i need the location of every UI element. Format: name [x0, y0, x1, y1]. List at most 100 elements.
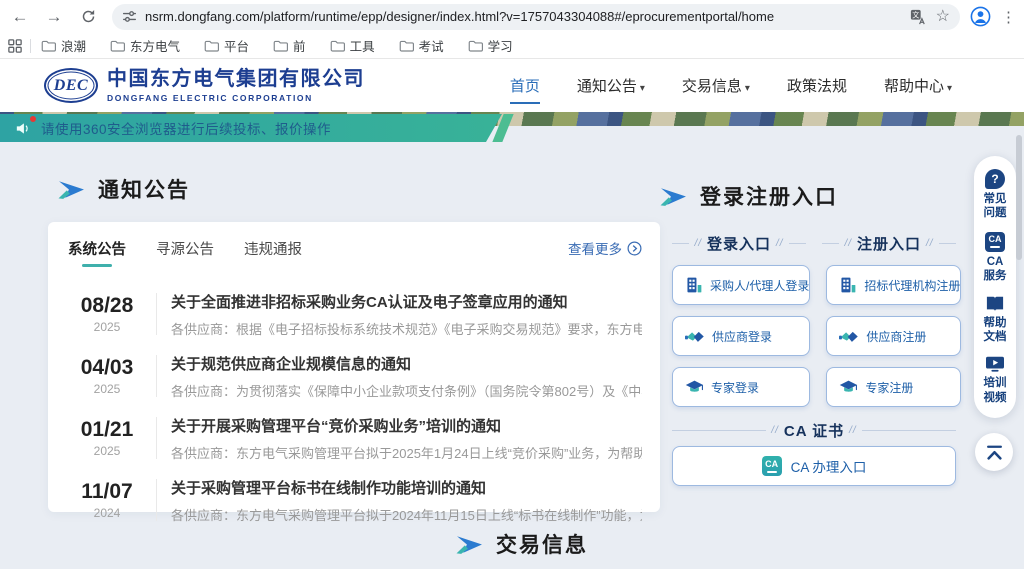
address-bar[interactable]: nsrm.dongfang.com/platform/runtime/epp/d…	[112, 4, 960, 30]
see-more-link[interactable]: 查看更多	[568, 238, 642, 258]
expert-login-button[interactable]: 专家登录	[672, 367, 810, 407]
sidebar-item-ca-service[interactable]: CA CA服务	[984, 232, 1007, 284]
ca-entry-button[interactable]: CA CA 办理入口	[672, 446, 956, 486]
forward-icon[interactable]: →	[40, 3, 68, 31]
notice-year: 2025	[68, 320, 146, 334]
building-icon	[839, 276, 857, 294]
trade-section-title: 交易信息	[496, 529, 588, 559]
graduation-cap-icon	[839, 379, 858, 395]
notice-card: 系统公告 寻源公告 违规通报 查看更多 08/28 2025 关于全面推进非招标…	[48, 222, 660, 512]
ca-cert-subheader: // CA 证书 //	[672, 420, 956, 441]
notice-row[interactable]: 11/07 2024 关于采购管理平台标书在线制作功能培训的通知 各供应商：东方…	[68, 469, 642, 531]
reload-icon[interactable]	[74, 3, 102, 31]
notice-title[interactable]: 关于全面推进非招标采购业务CA认证及电子签章应用的通知	[171, 291, 642, 312]
ca-badge-text: CA	[989, 235, 1002, 244]
sidebar-item-training-videos[interactable]: 培训视频	[984, 355, 1007, 405]
notice-date-block: 11/07 2024	[68, 480, 146, 519]
nav-notices[interactable]: 通知公告	[577, 75, 645, 96]
tab-sourcing-notices[interactable]: 寻源公告	[156, 238, 214, 259]
trade-section-heading: 交易信息	[456, 529, 588, 559]
ribbon-text: 请使用360安全浏览器进行后续投标、报价操作	[41, 118, 331, 138]
sidebar-label: 常见	[984, 193, 1007, 205]
bookmark-folder[interactable]: 考试	[399, 36, 444, 55]
company-name-cn: 中国东方电气集团有限公司	[107, 68, 365, 91]
bookmark-folder[interactable]: 浪潮	[41, 36, 86, 55]
notice-desc: 各供应商：为贯彻落实《保障中小企业款项支付条例》（国务院令第802号）及《中小企…	[171, 381, 642, 400]
nav-help-center[interactable]: 帮助中心	[884, 75, 952, 96]
sidebar-item-help-docs[interactable]: 帮助文档	[984, 295, 1007, 345]
notice-title[interactable]: 关于采购管理平台标书在线制作功能培训的通知	[171, 477, 642, 498]
url-text[interactable]: nsrm.dongfang.com/platform/runtime/epp/d…	[145, 9, 902, 24]
button-label: 供应商注册	[866, 328, 926, 345]
nav-policies[interactable]: 政策法规	[787, 75, 847, 96]
company-name-en: DONGFANG ELECTRIC CORPORATION	[107, 93, 365, 103]
tune-icon[interactable]	[122, 9, 137, 24]
bookmark-folder[interactable]: 东方电气	[110, 36, 180, 55]
bookmark-label: 工具	[350, 36, 375, 55]
purchaser-login-button[interactable]: 采购人/代理人登录	[672, 265, 810, 305]
bookmark-folder[interactable]: 工具	[330, 36, 375, 55]
notice-title[interactable]: 关于规范供应商企业规模信息的通知	[171, 353, 642, 374]
sidebar-label: 问题	[984, 207, 1007, 219]
notice-date-block: 08/28 2025	[68, 294, 146, 333]
section-arrow-icon	[660, 186, 687, 207]
question-bubble-icon: ?	[985, 169, 1005, 189]
translate-icon[interactable]: 文	[910, 9, 926, 25]
supplier-login-button[interactable]: 供应商登录	[672, 316, 810, 356]
ca-cert-label: CA 证书	[784, 420, 844, 441]
login-section-title: 登录注册入口	[700, 181, 838, 211]
nav-home[interactable]: 首页	[510, 75, 540, 96]
speaker-icon	[16, 122, 31, 135]
notice-divider	[156, 417, 157, 459]
back-to-top-icon	[986, 445, 1003, 460]
notice-divider	[156, 479, 157, 521]
notice-divider	[156, 293, 157, 335]
folder-icon	[399, 40, 414, 52]
bookmark-star-icon[interactable]: ☆	[936, 9, 950, 25]
bookmark-folder[interactable]: 平台	[204, 36, 249, 55]
login-section-heading: 登录注册入口	[660, 181, 838, 211]
notice-title[interactable]: 关于开展采购管理平台“竞价采购业务”培训的通知	[171, 415, 642, 436]
bookmark-label: 东方电气	[130, 36, 180, 55]
sidebar-label: 培训	[984, 377, 1007, 389]
notice-row[interactable]: 04/03 2025 关于规范供应商企业规模信息的通知 各供应商：为贯彻落实《保…	[68, 345, 642, 407]
notice-divider	[156, 355, 157, 397]
button-label: 招标代理机构注册	[864, 277, 960, 294]
back-to-top-button[interactable]	[975, 433, 1013, 471]
notice-date: 08/28	[68, 294, 146, 317]
agency-register-button[interactable]: 招标代理机构注册	[826, 265, 961, 305]
question-mark: ?	[991, 172, 998, 186]
tab-violation-reports[interactable]: 违规通报	[244, 238, 302, 259]
ca-badge-icon: CA	[985, 232, 1005, 252]
scrollbar-thumb[interactable]	[1016, 135, 1022, 260]
building-icon	[685, 276, 703, 294]
dec-logo-text: DEC	[54, 77, 88, 95]
notice-date: 04/03	[68, 356, 146, 379]
handshake-icon	[685, 329, 705, 344]
profile-icon[interactable]	[970, 6, 991, 27]
sidebar-label: CA	[987, 256, 1004, 268]
login-subheader-label: 登录入口	[707, 233, 771, 254]
bookmark-folder[interactable]: 前	[273, 36, 306, 55]
notice-row[interactable]: 08/28 2025 关于全面推进非招标采购业务CA认证及电子签章应用的通知 各…	[68, 283, 642, 345]
notice-row[interactable]: 01/21 2025 关于开展采购管理平台“竞价采购业务”培训的通知 各供应商：…	[68, 407, 642, 469]
bookmark-folder[interactable]: 学习	[468, 36, 513, 55]
expert-register-button[interactable]: 专家注册	[826, 367, 961, 407]
folder-icon	[468, 40, 483, 52]
tab-system-notices[interactable]: 系统公告	[68, 238, 126, 259]
register-subheader: // 注册入口 //	[822, 233, 956, 254]
supplier-register-button[interactable]: 供应商注册	[826, 316, 961, 356]
menu-dots-icon[interactable]: ⋮	[1001, 8, 1016, 26]
main-nav: 首页 通知公告 交易信息 政策法规 帮助中心	[510, 59, 952, 112]
company-logo[interactable]: DEC 中国东方电气集团有限公司 DONGFANG ELECTRIC CORPO…	[44, 68, 365, 103]
dec-logo-oval: DEC	[44, 68, 98, 103]
bookmark-label: 学习	[488, 36, 513, 55]
section-arrow-icon	[456, 534, 483, 555]
sidebar-label: 帮助	[984, 317, 1007, 329]
sidebar-item-faq[interactable]: ? 常见问题	[984, 169, 1007, 221]
browser-notice-ribbon: 请使用360安全浏览器进行后续投标、报价操作	[0, 114, 502, 142]
nav-trade-info[interactable]: 交易信息	[682, 75, 750, 96]
apps-grid-icon[interactable]	[8, 39, 22, 53]
notice-date-block: 04/03 2025	[68, 356, 146, 395]
back-icon[interactable]: ←	[6, 3, 34, 31]
